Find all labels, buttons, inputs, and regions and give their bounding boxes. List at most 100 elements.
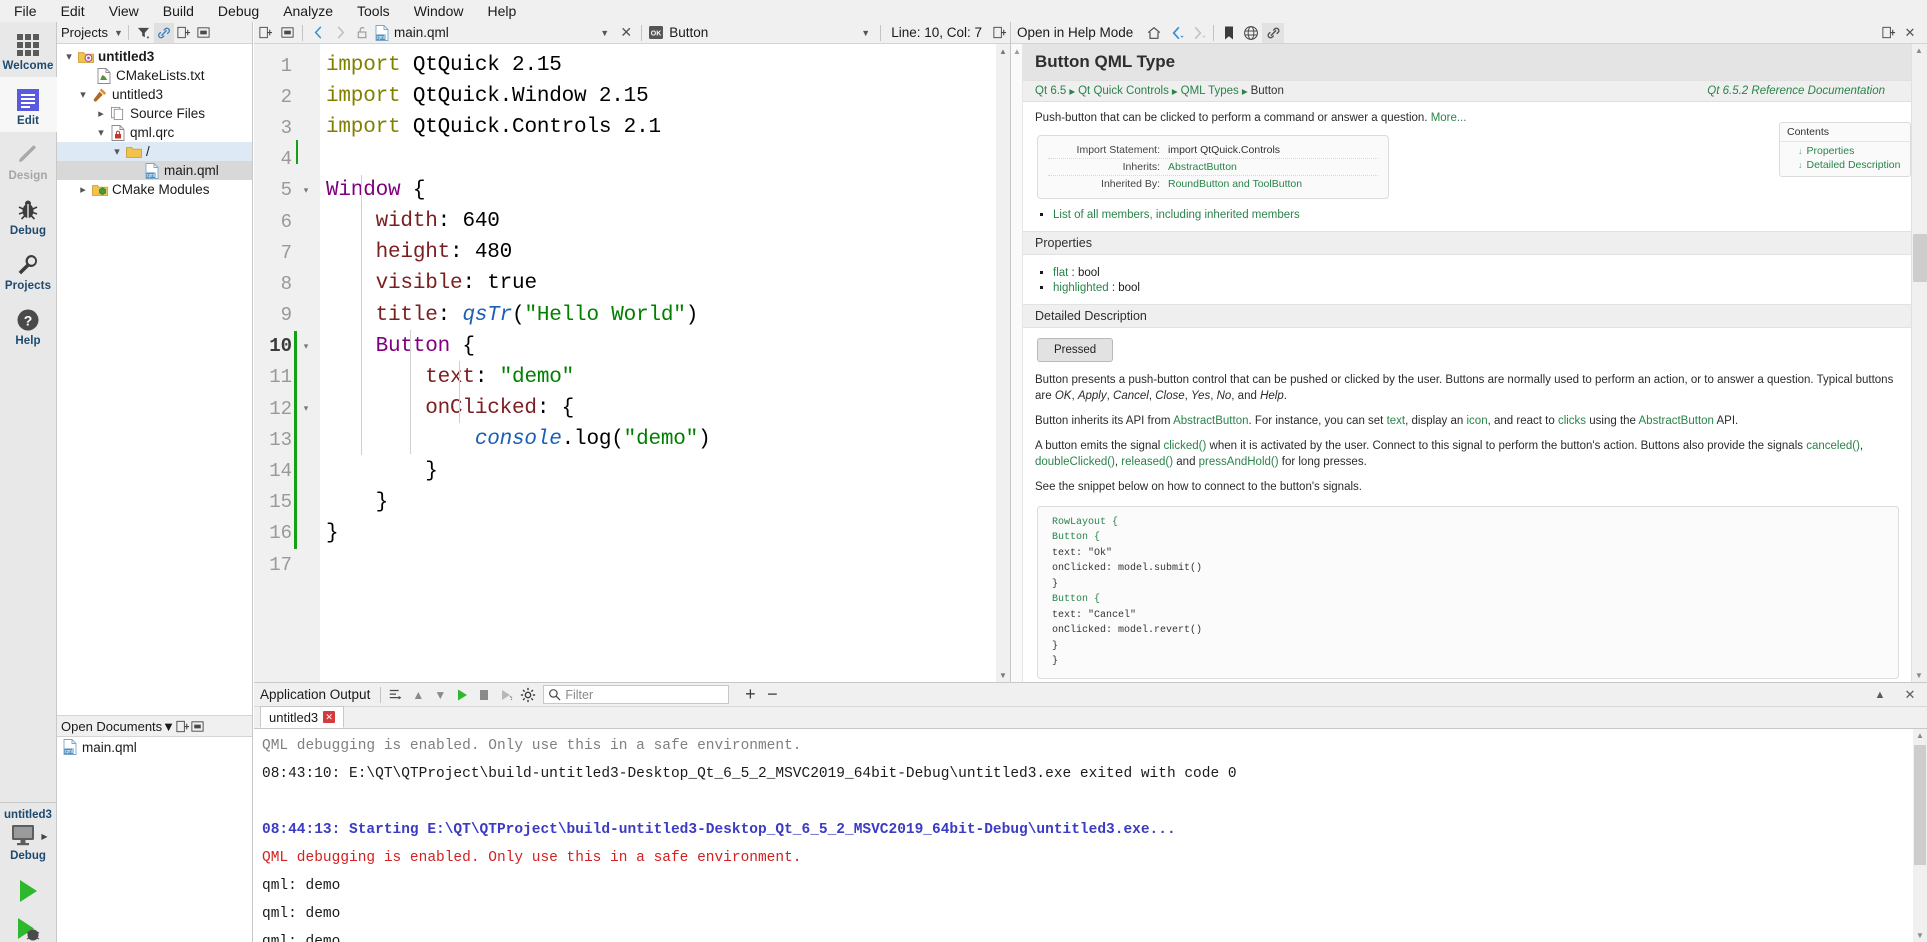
canceled-signal-link[interactable]: canceled() — [1806, 440, 1860, 452]
breadcrumb-qt-quick-controls[interactable]: Qt Quick Controls — [1078, 85, 1169, 97]
minus-icon[interactable]: − — [761, 684, 783, 705]
forward-arrow-icon[interactable] — [329, 23, 351, 43]
split-icon[interactable] — [1877, 23, 1899, 43]
breadcrumb-qml-types[interactable]: QML Types — [1181, 85, 1239, 97]
target-selector[interactable]: ▶ — [8, 823, 48, 849]
tree-item-main-qml[interactable]: qml main.qml — [57, 161, 252, 180]
mode-help[interactable]: ? Help — [0, 297, 57, 352]
code-line[interactable]: Window { — [320, 175, 1010, 206]
all-members-link[interactable]: List of all members, including inherited… — [1053, 209, 1300, 221]
info-value[interactable]: AbstractButton — [1168, 161, 1237, 173]
minimize-icon[interactable] — [194, 23, 214, 43]
symbol-combo[interactable]: OK Button ▼ — [646, 25, 876, 40]
chevron-down-icon[interactable]: ▾ — [61, 50, 77, 63]
current-file-combo[interactable]: qml main.qml ▼ — [373, 24, 615, 41]
link-icon[interactable] — [1262, 22, 1285, 43]
code-line[interactable]: } — [320, 455, 1010, 486]
chevron-down-icon[interactable]: ▼ — [114, 28, 123, 38]
scroll-down-icon[interactable]: ▼ — [996, 668, 1010, 682]
gutter-row[interactable]: 10 ▾ — [254, 330, 320, 362]
more-link[interactable]: More... — [1431, 112, 1467, 124]
filter-icon[interactable] — [134, 23, 154, 43]
split-icon[interactable] — [174, 23, 194, 43]
help-scrollbar[interactable]: ▲ ▼ — [1911, 44, 1927, 682]
home-icon[interactable] — [1143, 23, 1165, 43]
link-icon[interactable] — [153, 22, 174, 43]
output-scrollbar[interactable]: ▲ ▼ — [1913, 729, 1927, 942]
menu-item-window[interactable]: Window — [402, 0, 476, 22]
code-line[interactable]: width: 640 — [320, 206, 1010, 237]
scroll-up-icon[interactable]: ▲ — [1013, 47, 1021, 56]
menu-item-file[interactable]: File — [2, 0, 49, 22]
released-signal-link[interactable]: released() — [1121, 456, 1173, 468]
property-name-highlighted[interactable]: highlighted — [1053, 282, 1109, 294]
code-line[interactable]: height: 480 — [320, 237, 1010, 268]
contents-item-detailed-description[interactable]: Detailed Description — [1798, 159, 1910, 171]
open-document-main-qml[interactable]: qml main.qml — [57, 737, 252, 757]
start-debugging-button[interactable] — [13, 916, 43, 942]
code-line[interactable] — [320, 144, 1010, 175]
globe-icon[interactable] — [1240, 23, 1262, 43]
text-link[interactable]: text — [1387, 415, 1406, 427]
menu-item-analyze[interactable]: Analyze — [271, 0, 345, 22]
chevron-down-icon[interactable]: ▼ — [861, 28, 870, 38]
chevron-right-icon[interactable]: ▸ — [93, 107, 109, 120]
code-line[interactable] — [320, 549, 1010, 580]
pressandhold-signal-link[interactable]: pressAndHold() — [1199, 456, 1279, 468]
mode-projects[interactable]: Projects — [0, 242, 57, 297]
wrap-lines-icon[interactable] — [385, 685, 407, 705]
contents-item-properties[interactable]: Properties — [1798, 145, 1910, 157]
help-left-scroll[interactable]: ▲ — [1011, 44, 1023, 682]
chevron-down-icon[interactable]: ▼ — [162, 719, 175, 734]
gutter-row[interactable]: 12 ▾ — [254, 393, 320, 425]
doubleclicked-signal-link[interactable]: doubleClicked() — [1035, 456, 1115, 468]
chevron-down-icon[interactable]: ▼ — [429, 685, 451, 705]
gutter-row[interactable]: 4 — [254, 144, 320, 175]
gear-icon[interactable] — [517, 685, 539, 705]
code-line[interactable]: Button { — [320, 331, 1010, 362]
help-scroll-thumb[interactable] — [1913, 234, 1927, 282]
gutter-row[interactable]: 3 — [254, 112, 320, 143]
minimize-icon[interactable] — [276, 23, 298, 43]
menu-item-build[interactable]: Build — [151, 0, 206, 22]
property-name-flat[interactable]: flat — [1053, 267, 1068, 279]
split-icon[interactable] — [175, 719, 190, 734]
play-icon[interactable] — [451, 685, 473, 705]
split-icon[interactable] — [254, 23, 276, 43]
scroll-up-icon[interactable]: ▲ — [1915, 46, 1923, 55]
plus-icon[interactable]: + — [739, 684, 761, 705]
gutter-row[interactable]: 11 — [254, 361, 320, 394]
mode-welcome[interactable]: Welcome — [0, 22, 57, 77]
bookmark-icon[interactable] — [1218, 23, 1240, 43]
project-tree[interactable]: ▾ untitled3 CMakeLists.txt ▾ untitled3 ▸… — [57, 44, 252, 715]
mode-debug[interactable]: Debug — [0, 187, 57, 242]
output-filter[interactable]: Filter — [543, 685, 730, 704]
gutter-row[interactable]: 13 — [254, 424, 320, 456]
code-line[interactable]: visible: true — [320, 268, 1010, 299]
scroll-down-icon[interactable]: ▼ — [1916, 931, 1924, 940]
gutter-row[interactable]: 9 — [254, 300, 320, 331]
close-icon[interactable]: ✕ — [323, 711, 336, 723]
scroll-up-icon[interactable]: ▲ — [996, 44, 1010, 58]
gutter-row[interactable]: 1 — [254, 50, 320, 81]
clicked-signal-link[interactable]: clicked() — [1164, 440, 1207, 452]
output-scroll-thumb[interactable] — [1914, 745, 1926, 865]
code-line[interactable]: import QtQuick.Window 2.15 — [320, 81, 1010, 112]
maximize-output-icon[interactable]: ▲ — [1869, 685, 1891, 705]
scroll-down-icon[interactable]: ▼ — [1915, 671, 1923, 680]
gutter-row[interactable]: 17 — [254, 549, 320, 580]
info-value[interactable]: RoundButton and ToolButton — [1168, 178, 1302, 190]
code-line[interactable]: } — [320, 487, 1010, 518]
gutter-row[interactable]: 14 — [254, 455, 320, 487]
tree-item-cmakelists[interactable]: CMakeLists.txt — [57, 66, 252, 85]
code-line[interactable]: } — [320, 518, 1010, 549]
close-icon[interactable]: ✕ — [1899, 23, 1921, 43]
fold-toggle-icon[interactable]: ▾ — [297, 341, 315, 352]
output-log[interactable]: QML debugging is enabled. Only use this … — [254, 729, 1927, 942]
tree-item-untitled3-project[interactable]: ▾ untitled3 — [57, 47, 252, 66]
output-tab-untitled3[interactable]: untitled3 ✕ — [260, 706, 345, 728]
chevron-down-icon[interactable]: ▾ — [75, 88, 91, 101]
close-editor-button[interactable]: ✕ — [615, 23, 637, 43]
gutter-row[interactable]: 5 ▾ — [254, 175, 320, 206]
back-arrow-icon[interactable] — [307, 23, 329, 43]
